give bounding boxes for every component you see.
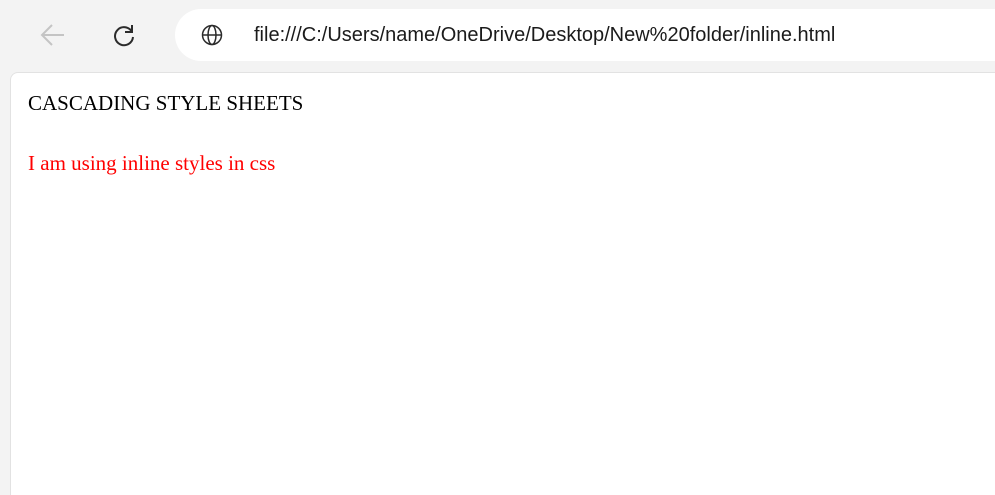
reload-icon	[114, 25, 134, 47]
globe-icon	[201, 24, 223, 46]
back-button[interactable]	[35, 17, 71, 53]
page-viewport: CASCADING STYLE SHEETS I am using inline…	[10, 72, 995, 495]
arrow-left-icon	[40, 24, 64, 46]
address-bar[interactable]: file:///C:/Users/name/OneDrive/Desktop/N…	[175, 9, 995, 61]
reload-button[interactable]	[106, 17, 142, 53]
page-heading: CASCADING STYLE SHEETS	[28, 91, 304, 115]
page-paragraph: I am using inline styles in css	[28, 151, 276, 175]
browser-toolbar: file:///C:/Users/name/OneDrive/Desktop/N…	[0, 0, 995, 72]
browser-window: file:///C:/Users/name/OneDrive/Desktop/N…	[0, 0, 995, 495]
url-text[interactable]: file:///C:/Users/name/OneDrive/Desktop/N…	[254, 24, 835, 47]
